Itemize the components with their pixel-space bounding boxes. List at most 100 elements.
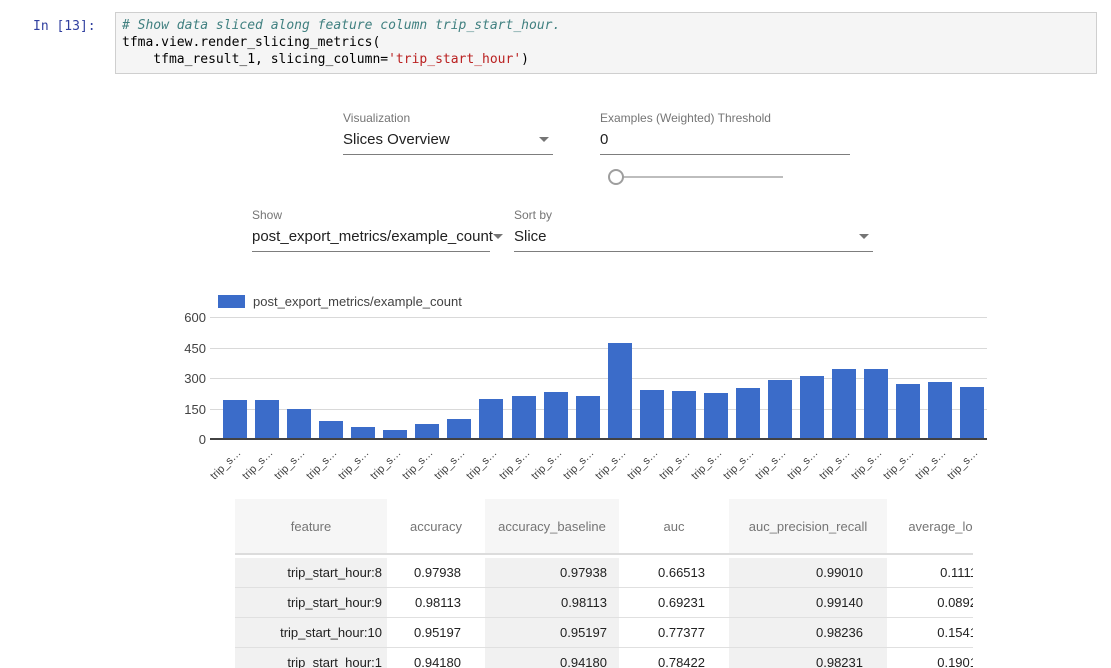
code-line: # Show data sliced along feature column …: [122, 17, 1090, 34]
x-axis-baseline: [210, 438, 987, 440]
threshold-input[interactable]: 0: [600, 131, 850, 155]
metric-cell: 0.94180: [387, 648, 485, 668]
feature-cell: trip_start_hour:9: [235, 588, 387, 618]
threshold-label: Examples (Weighted) Threshold: [600, 111, 850, 125]
bar[interactable]: [640, 390, 664, 438]
table-header-row: featureaccuracyaccuracy_baselineaucauc_p…: [235, 499, 973, 555]
metric-cell: 0.99010: [729, 555, 887, 588]
legend-label: post_export_metrics/example_count: [253, 294, 462, 309]
bar[interactable]: [383, 430, 407, 438]
bar[interactable]: [864, 369, 888, 438]
metric-cell: 0.94180: [485, 648, 619, 668]
legend-swatch: [218, 295, 245, 308]
notebook-page: In [13]: # Show data sliced along featur…: [0, 0, 1111, 668]
show-metric-value: post_export_metrics/example_count: [252, 228, 493, 245]
metrics-table: featureaccuracyaccuracy_baselineaucauc_p…: [235, 499, 973, 668]
metric-cell: 0.95197: [485, 618, 619, 648]
visualization-value: Slices Overview: [343, 131, 450, 148]
column-header-auc_precision_recall: auc_precision_recall: [729, 499, 887, 555]
column-header-feature: feature: [235, 499, 387, 555]
bar[interactable]: [672, 391, 696, 438]
y-axis-tick-label: 300: [160, 371, 206, 386]
metric-cell: 0.0892: [887, 588, 973, 618]
y-gridline: [210, 317, 987, 318]
table-row: trip_start_hour:80.979380.979380.665130.…: [235, 555, 973, 588]
y-axis-tick-label: 600: [160, 310, 206, 325]
code-token-plain: tfma_result_1, slicing_column=: [122, 52, 388, 67]
metrics-table-container: featureaccuracyaccuracy_baselineaucauc_p…: [235, 499, 973, 668]
y-axis-tick-label: 150: [160, 402, 206, 417]
y-axis-tick-label: 450: [160, 341, 206, 356]
metric-cell: 0.69231: [619, 588, 729, 618]
metric-cell: 0.98231: [729, 648, 887, 668]
bar[interactable]: [736, 388, 760, 438]
show-label: Show: [252, 208, 490, 222]
metric-cell: 0.99140: [729, 588, 887, 618]
bar[interactable]: [800, 376, 824, 438]
show-metric-dropdown[interactable]: post_export_metrics/example_count: [252, 228, 490, 252]
bar[interactable]: [576, 396, 600, 438]
chevron-down-icon: [493, 234, 503, 239]
code-token-plain: ): [521, 52, 529, 67]
bar[interactable]: [479, 399, 503, 438]
code-token-comment: # Show data sliced along feature column …: [122, 18, 560, 33]
visualization-dropdown[interactable]: Slices Overview: [343, 131, 553, 155]
bar[interactable]: [447, 419, 471, 438]
y-axis-tick-label: 0: [160, 432, 206, 447]
bar[interactable]: [223, 400, 247, 438]
code-line: tfma.view.render_slicing_metrics(: [122, 34, 1090, 51]
column-header-accuracy: accuracy: [387, 499, 485, 555]
code-cell[interactable]: # Show data sliced along feature column …: [115, 12, 1097, 74]
column-header-average_loss: average_loss: [887, 499, 973, 555]
bar[interactable]: [960, 387, 984, 438]
metric-cell: 0.77377: [619, 618, 729, 648]
bar[interactable]: [768, 380, 792, 438]
bar[interactable]: [832, 369, 856, 438]
metric-cell: 0.97938: [485, 555, 619, 588]
column-header-accuracy_baseline: accuracy_baseline: [485, 499, 619, 555]
sort-by-label: Sort by: [514, 208, 873, 222]
metric-cell: 0.1111: [887, 555, 973, 588]
table-row: trip_start_hour:100.951970.951970.773770…: [235, 618, 973, 648]
bar[interactable]: [928, 382, 952, 438]
bar[interactable]: [255, 400, 279, 438]
sort-by-dropdown[interactable]: Slice: [514, 228, 873, 252]
metric-cell: 0.98236: [729, 618, 887, 648]
code-line: tfma_result_1, slicing_column='trip_star…: [122, 51, 1090, 68]
bar[interactable]: [608, 343, 632, 438]
chart-legend: post_export_metrics/example_count: [218, 294, 462, 309]
threshold-value: 0: [600, 131, 608, 148]
threshold-slider-track[interactable]: [616, 176, 783, 178]
table-row: trip_start_hour:90.981130.981130.692310.…: [235, 588, 973, 618]
metric-cell: 0.95197: [387, 618, 485, 648]
threshold-slider-knob[interactable]: [608, 169, 624, 185]
feature-cell: trip_start_hour:8: [235, 555, 387, 588]
bar[interactable]: [512, 396, 536, 438]
metric-cell: 0.1541: [887, 618, 973, 648]
bar[interactable]: [351, 427, 375, 438]
table-body: trip_start_hour:80.979380.979380.665130.…: [235, 555, 973, 668]
bar[interactable]: [896, 384, 920, 438]
cell-prompt: In [13]:: [33, 19, 96, 34]
metric-cell: 0.78422: [619, 648, 729, 668]
table-head: featureaccuracyaccuracy_baselineaucauc_p…: [235, 499, 973, 555]
metric-cell: 0.1901: [887, 648, 973, 668]
chevron-down-icon: [859, 234, 869, 239]
bar[interactable]: [544, 392, 568, 438]
feature-cell: trip_start_hour:10: [235, 618, 387, 648]
chevron-down-icon: [539, 137, 549, 142]
table-row: trip_start_hour:10.941800.941800.784220.…: [235, 648, 973, 668]
visualization-label: Visualization: [343, 111, 553, 125]
bar[interactable]: [415, 424, 439, 438]
metric-cell: 0.66513: [619, 555, 729, 588]
sort-by-value: Slice: [514, 228, 547, 245]
y-gridline: [210, 348, 987, 349]
code-token-plain: tfma.view.render_slicing_metrics(: [122, 35, 380, 50]
metric-cell: 0.98113: [485, 588, 619, 618]
code-token-string: 'trip_start_hour': [388, 52, 521, 67]
bar[interactable]: [287, 409, 311, 438]
metric-cell: 0.97938: [387, 555, 485, 588]
bar[interactable]: [319, 421, 343, 438]
feature-cell: trip_start_hour:1: [235, 648, 387, 668]
bar[interactable]: [704, 393, 728, 438]
